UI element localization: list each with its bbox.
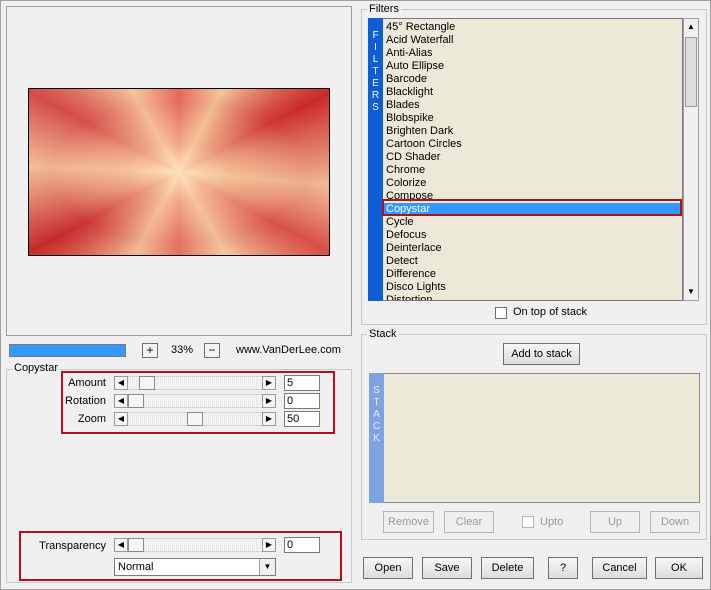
transparency-label: Transparency [39,540,106,552]
rotation-track[interactable] [128,394,262,408]
rotation-label: Rotation [65,395,106,407]
filter-list-item[interactable]: Disco Lights [383,281,681,294]
progress-bar [9,344,126,357]
remove-button[interactable]: Remove [383,511,434,533]
help-button[interactable]: ? [548,557,578,579]
filter-list-item[interactable]: Blacklight [383,86,681,99]
filter-list-item[interactable]: CD Shader [383,151,681,164]
filters-bar-letter: S [372,102,379,113]
chevron-down-icon[interactable]: ▼ [259,559,275,575]
scroll-up-icon[interactable]: ▲ [684,19,698,35]
filter-list-item[interactable]: Difference [383,268,681,281]
zoom-in-button[interactable]: + [142,343,158,358]
amount-left-arrow[interactable]: ◀ [114,376,128,390]
transparency-right-arrow[interactable]: ▶ [262,538,276,552]
transparency-thumb[interactable] [128,538,144,552]
preview-image[interactable] [28,88,330,256]
filter-list-item[interactable]: 45° Rectangle [383,21,681,34]
cancel-button[interactable]: Cancel [592,557,647,579]
scroll-down-icon[interactable]: ▼ [684,284,698,300]
stack-group-title: Stack [367,328,399,340]
website-link[interactable]: www.VanDerLee.com [236,344,341,356]
filter-list-item[interactable]: Defocus [383,229,681,242]
zoom-thumb[interactable] [187,412,203,426]
filter-list-item[interactable]: Deinterlace [383,242,681,255]
on-top-of-stack-checkbox[interactable] [495,307,507,319]
scroll-thumb[interactable] [685,37,697,107]
preview-pane [6,6,352,336]
params-group-title: Copystar [12,362,61,374]
stack-bar-letter: T [373,397,380,408]
filters-list[interactable]: 45° Rectangle Acid Waterfall Anti-Alias Aut… [383,18,683,301]
add-to-stack-button[interactable]: Add to stack [503,343,580,365]
filter-list-item[interactable]: Auto Ellipse [383,60,681,73]
amount-right-arrow[interactable]: ▶ [262,376,276,390]
transparency-track[interactable] [128,538,262,552]
filters-side-bar: F I L T E R S [368,18,383,301]
zoom-right-arrow[interactable]: ▶ [262,412,276,426]
upto-checkbox[interactable] [522,516,534,528]
filter-list-item[interactable]: Blobspike [383,112,681,125]
rotation-left-arrow[interactable]: ◀ [114,394,128,408]
rotation-field[interactable]: 0 [284,393,320,409]
transparency-left-arrow[interactable]: ◀ [114,538,128,552]
stack-bar-letter: C [372,421,381,432]
stack-bar-letter: A [373,409,380,420]
filter-list-item[interactable]: Colorize [383,177,681,190]
filter-list-item[interactable]: Anti-Alias [383,47,681,60]
stack-bar-letter: S [373,385,380,396]
blend-mode-select[interactable]: Normal ▼ [114,558,276,576]
stack-bar-letter: K [373,433,380,444]
filter-list-item[interactable]: Cartoon Circles [383,138,681,151]
zoom-label: Zoom [77,413,106,425]
zoom-field[interactable]: 50 [284,411,320,427]
ok-button[interactable]: OK [655,557,703,579]
rotation-right-arrow[interactable]: ▶ [262,394,276,408]
filter-list-item[interactable]: Distortion [383,294,681,300]
filter-list-item[interactable]: Chrome [383,164,681,177]
filter-list-item[interactable]: Barcode [383,73,681,86]
filters-bar-letter: E [372,78,379,89]
filters-scrollbar[interactable]: ▲ ▼ [683,18,699,301]
filters-bar-letter: R [371,90,380,101]
filters-bar-letter: T [372,66,379,77]
zoom-left-arrow[interactable]: ◀ [114,412,128,426]
zoom-level: 33% [171,344,194,356]
amount-label: Amount [68,377,106,389]
filter-list-item[interactable]: Detect [383,255,681,268]
stack-list[interactable] [384,373,700,503]
filters-bar-letter: F [372,30,379,41]
open-button[interactable]: Open [363,557,413,579]
transparency-field[interactable]: 0 [284,537,320,553]
filters-bar-letter: I [374,42,377,53]
filters-group-title: Filters [367,3,401,15]
stack-side-bar: S T A C K [369,373,384,503]
on-top-of-stack-label: On top of stack [513,306,587,318]
save-button[interactable]: Save [422,557,472,579]
filter-list-item[interactable]: Cycle [383,216,681,229]
delete-button[interactable]: Delete [481,557,534,579]
filters-bar-letter: L [372,54,379,65]
clear-button[interactable]: Clear [444,511,494,533]
blend-mode-value: Normal [118,561,154,573]
filter-list-item[interactable]: Brighten Dark [383,125,681,138]
filter-list-item[interactable]: Acid Waterfall [383,34,681,47]
filter-list-item[interactable]: Blades [383,99,681,112]
up-button[interactable]: Up [590,511,640,533]
highlight-box-selected-filter [382,199,682,216]
filters-list-items: 45° Rectangle Acid Waterfall Anti-Alias Aut… [383,21,681,300]
amount-field[interactable]: 5 [284,375,320,391]
rotation-thumb[interactable] [128,394,144,408]
upto-label: Upto [540,516,564,528]
down-button[interactable]: Down [650,511,700,533]
amount-thumb[interactable] [139,376,155,390]
zoom-out-button[interactable]: − [204,343,220,358]
